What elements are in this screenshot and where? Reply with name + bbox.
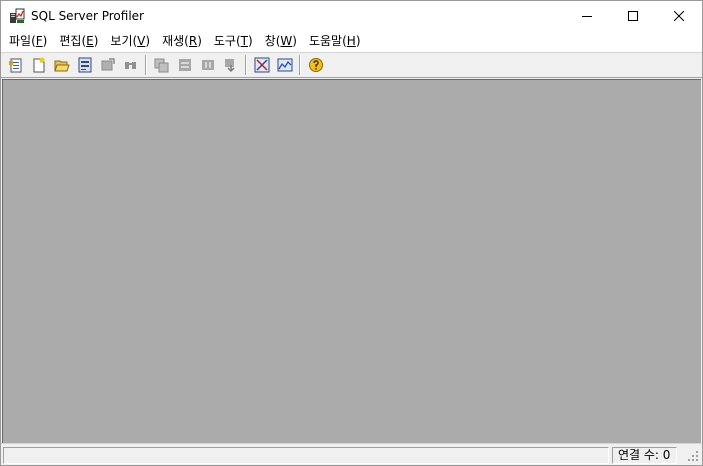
find-button [119, 54, 142, 76]
pause-trace-icon [178, 59, 191, 71]
menu-tools-end: ) [247, 34, 253, 48]
menu-help-key: H [346, 34, 356, 48]
toolbar-separator [299, 55, 301, 75]
start-trace-icon [154, 58, 168, 73]
menu-view-label: 보기( [110, 34, 138, 48]
maximize-icon [628, 11, 638, 21]
binoculars-icon [124, 62, 136, 69]
menu-file-key: F [35, 34, 43, 48]
stop-trace-button [196, 54, 219, 76]
help-button[interactable] [304, 54, 327, 76]
menu-view-end: ) [145, 34, 151, 48]
menu-help[interactable]: 도움말(H) [303, 32, 367, 51]
minimize-icon [582, 16, 592, 17]
edit-filter-icon [101, 58, 115, 71]
mdi-client-area[interactable] [2, 79, 701, 443]
performance-monitor-icon [277, 58, 292, 72]
menu-view[interactable]: 보기(V) [104, 32, 156, 51]
app-window: SQL Server Profiler 파일(F) 편집(E) 보기(V) 재생… [0, 0, 703, 466]
open-button[interactable] [50, 54, 73, 76]
edit-filter-button [96, 54, 119, 76]
help-question-icon [308, 58, 323, 72]
menu-help-label: 도움말( [308, 34, 347, 48]
toolbar [1, 52, 702, 78]
menu-replay-label: 재생( [162, 34, 189, 48]
resize-grip-icon[interactable] [686, 449, 700, 463]
menu-tools-label: 도구( [213, 34, 241, 48]
connections-count: 연결 수: 0 [612, 447, 677, 464]
menu-edit-key: E [86, 34, 94, 48]
properties-button[interactable] [73, 54, 96, 76]
menu-window[interactable]: 창(W) [259, 32, 303, 51]
toolbar-separator [145, 55, 147, 75]
new-template-button[interactable] [4, 54, 27, 76]
auto-scroll-button [219, 54, 242, 76]
menu-tools[interactable]: 도구(T) [208, 32, 259, 51]
title-bar[interactable]: SQL Server Profiler [1, 1, 702, 31]
menu-window-label: 창( [264, 34, 281, 48]
maximize-button[interactable] [610, 1, 656, 31]
profiler-app-icon[interactable] [9, 8, 25, 24]
properties-icon [78, 57, 91, 73]
menu-file-label: 파일( [9, 34, 36, 48]
menu-window-end: ) [292, 34, 297, 48]
menu-bar: 파일(F) 편집(E) 보기(V) 재생(R) 도구(T) 창(W) 도움말(H… [1, 31, 702, 52]
menu-replay-end: ) [197, 34, 202, 48]
menu-help-end: ) [355, 34, 361, 48]
close-button[interactable] [656, 1, 702, 31]
menu-file-end: ) [42, 34, 48, 48]
menu-edit[interactable]: 편집(E) [53, 32, 104, 51]
window-title: SQL Server Profiler [31, 9, 144, 23]
start-trace-button [150, 54, 173, 76]
menu-edit-end: ) [93, 34, 99, 48]
menu-replay-key: R [188, 34, 198, 48]
menu-tools-key: T [240, 34, 248, 48]
database-tuning-button[interactable] [250, 54, 273, 76]
tuning-advisor-icon [254, 57, 269, 73]
menu-edit-label: 편집( [59, 34, 87, 48]
pause-trace-button [173, 54, 196, 76]
toolbar-separator [245, 55, 247, 75]
menu-window-key: W [280, 34, 293, 48]
open-folder-icon [53, 60, 70, 72]
new-template-icon [8, 58, 21, 73]
stop-trace-icon [201, 60, 214, 70]
new-document-icon [33, 57, 44, 73]
minimize-button[interactable] [564, 1, 610, 31]
status-bar: 연결 수: 0 [1, 443, 702, 465]
close-icon [674, 11, 684, 21]
menu-file[interactable]: 파일(F) [3, 32, 53, 51]
status-message-panel [3, 447, 609, 464]
performance-monitor-button[interactable] [273, 54, 296, 76]
new-trace-button[interactable] [27, 54, 50, 76]
auto-scroll-icon [224, 59, 235, 73]
menu-replay[interactable]: 재생(R) [156, 32, 208, 51]
